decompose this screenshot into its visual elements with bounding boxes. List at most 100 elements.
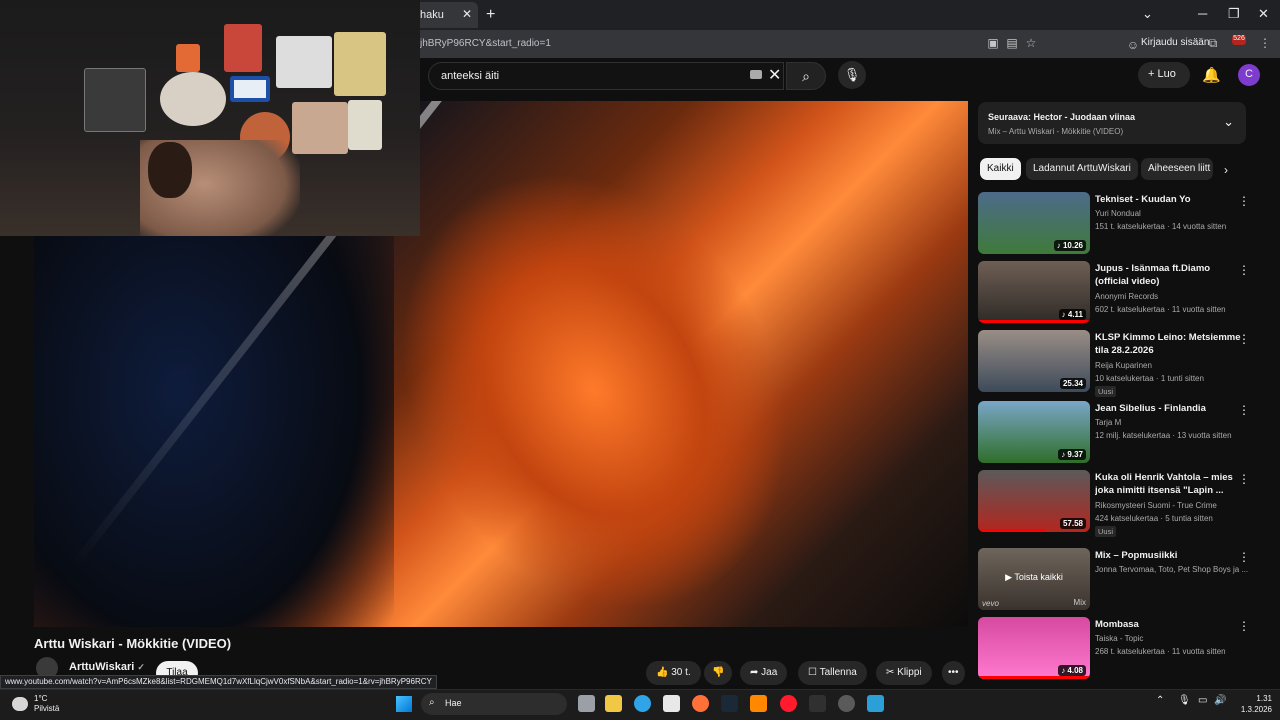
steam-icon[interactable] xyxy=(721,695,738,712)
tab-close-icon[interactable]: ✕ xyxy=(462,7,472,21)
more-options-icon[interactable]: ⋮ xyxy=(1238,403,1250,417)
voice-search-button[interactable]: 🎙 xyxy=(838,61,866,89)
chevron-down-icon[interactable]: ⌄ xyxy=(1223,114,1234,130)
poster-image xyxy=(334,32,386,96)
duration-badge: 57.58 xyxy=(1059,518,1086,529)
menu-icon[interactable]: ⋮ xyxy=(1258,36,1272,50)
cloud-icon[interactable] xyxy=(12,697,28,711)
vlc-icon[interactable] xyxy=(750,695,767,712)
network-icon[interactable]: ▭ xyxy=(1198,695,1207,706)
search-icon: ⌕ xyxy=(429,697,435,708)
recommendation-channel[interactable]: Anonymi Records xyxy=(1095,290,1250,303)
terminal-icon[interactable] xyxy=(809,695,826,712)
recommendation-item[interactable]: ▶ Toista kaikki vevo Mix Mix – Popmusiikki J… xyxy=(978,548,1268,612)
cast-icon[interactable]: ▤ xyxy=(1005,36,1019,50)
video-thumbnail[interactable]: ♪ 10.26 xyxy=(978,192,1090,254)
recommendation-channel[interactable]: Jonna Tervomaa, Toto, Pet Shop Boys ja .… xyxy=(1095,563,1250,576)
edge-icon[interactable] xyxy=(634,695,651,712)
verified-icon: ✓ xyxy=(137,662,145,672)
store-icon[interactable] xyxy=(663,695,680,712)
volume-icon[interactable]: 🔊 xyxy=(1214,695,1226,706)
watch-progress-bar xyxy=(978,529,1046,532)
clear-search-icon[interactable]: ✕ xyxy=(768,65,781,85)
recommendation-title[interactable]: Tekniset - Kuudan Yo xyxy=(1095,193,1245,206)
signin-button[interactable]: Kirjaudu sisään xyxy=(1141,37,1209,48)
file-explorer-icon[interactable] xyxy=(605,695,622,712)
keyboard-icon[interactable] xyxy=(750,70,762,79)
chevron-right-icon[interactable]: › xyxy=(1224,163,1228,177)
recommendation-item[interactable]: ♪ 4.08 Mombasa Taiska - Topic 268 t. katsel… xyxy=(978,617,1268,681)
notepad-icon[interactable] xyxy=(867,695,884,712)
minimize-button[interactable]: ─ xyxy=(1198,6,1207,21)
recommendation-channel[interactable]: Yuri Nondual xyxy=(1095,207,1250,220)
notifications-bell-icon[interactable]: 🔔 xyxy=(1202,66,1221,84)
recommendation-title[interactable]: Jupus - Isänmaa ft.Diamo (official video… xyxy=(1095,262,1245,288)
recommendation-channel[interactable]: Taiska - Topic xyxy=(1095,632,1250,645)
install-app-icon[interactable]: ▣ xyxy=(986,36,1000,50)
account-avatar[interactable]: C xyxy=(1238,64,1260,86)
url-text[interactable]: jhBRyP96RCY&start_radio=1 xyxy=(420,38,551,49)
more-options-icon[interactable]: ⋮ xyxy=(1238,619,1250,633)
tray-mic-icon[interactable]: 🎙 xyxy=(1178,695,1191,706)
channel-name[interactable]: ArttuWiskari ✓ xyxy=(69,661,145,673)
recommendation-title[interactable]: Mix – Popmusiikki xyxy=(1095,549,1245,562)
video-thumbnail[interactable]: ♪ 4.08 xyxy=(978,617,1090,679)
recommendation-channel[interactable]: Tarja M xyxy=(1095,416,1250,429)
more-options-icon[interactable]: ⋮ xyxy=(1238,472,1250,486)
system-clock[interactable]: 1.31 1.3.2026 xyxy=(1232,693,1272,715)
chip-uploaded-by[interactable]: Ladannut ArttuWiskari xyxy=(1026,158,1138,180)
up-next-subtitle: Mix – Arttu Wiskari - Mökkitie (VIDEO) xyxy=(988,127,1124,136)
up-next-panel[interactable]: Seuraava: Hector - Juodaan viinaa Mix – … xyxy=(978,102,1246,144)
obs-icon[interactable] xyxy=(838,695,855,712)
taskbar-search[interactable]: ⌕ Hae xyxy=(421,693,567,715)
recommendation-title[interactable]: Jean Sibelius - Finlandia xyxy=(1095,402,1245,415)
video-thumbnail[interactable]: 25.34 xyxy=(978,330,1090,392)
extension-badge[interactable]: 526 xyxy=(1232,35,1246,45)
recommendation-item[interactable]: 57.58 Kuka oli Henrik Vahtola – mies joka… xyxy=(978,470,1268,537)
recommendation-channel[interactable]: Rikosmysteeri Suomi - True Crime xyxy=(1095,499,1250,512)
weather-widget[interactable]: 1°C Pilvistä xyxy=(34,694,59,714)
up-next-title: Seuraava: Hector - Juodaan viinaa xyxy=(988,112,1136,122)
chip-related[interactable]: Aiheeseen liitt xyxy=(1141,158,1213,180)
bookmark-star-icon[interactable]: ☆ xyxy=(1024,36,1038,50)
recommendation-item[interactable]: ♪ 9.37 Jean Sibelius - Finlandia Tarja M 12… xyxy=(978,401,1268,465)
tray-overflow-icon[interactable]: ⌃ xyxy=(1156,695,1164,706)
recommendation-item[interactable]: 25.34 KLSP Kimmo Leino: Metsiemme tila 28… xyxy=(978,330,1268,397)
video-thumbnail[interactable]: ♪ 9.37 xyxy=(978,401,1090,463)
search-button[interactable]: ⌕ xyxy=(786,62,826,90)
chip-all[interactable]: Kaikki xyxy=(980,158,1021,180)
tab-search-dropdown-icon[interactable]: ⌄ xyxy=(1142,6,1153,22)
video-thumbnail[interactable]: 57.58 xyxy=(978,470,1090,532)
share-button[interactable]: ➦ Jaa xyxy=(740,661,788,685)
recommendation-item[interactable]: ♪ 10.26 Tekniset - Kuudan Yo Yuri Nondual 1… xyxy=(978,192,1268,256)
tab-haku[interactable]: haku ✕ xyxy=(412,2,478,28)
search-input[interactable]: anteeksi äiti xyxy=(428,62,784,90)
link-status-bar: www.youtube.com/watch?v=AmP6csMZke8&list… xyxy=(0,675,437,689)
create-button[interactable]: + Luo xyxy=(1138,62,1190,88)
more-options-icon[interactable]: ⋮ xyxy=(1238,550,1250,564)
close-window-button[interactable]: ✕ xyxy=(1258,6,1269,22)
more-options-icon[interactable]: ⋮ xyxy=(1238,194,1250,208)
recommendation-title[interactable]: Kuka oli Henrik Vahtola – mies joka nimi… xyxy=(1095,471,1245,497)
like-button[interactable]: 👍 30 t. xyxy=(646,661,701,685)
maximize-button[interactable]: ❐ xyxy=(1228,6,1240,22)
new-tab-button[interactable]: + xyxy=(486,6,495,24)
firefox-icon[interactable] xyxy=(692,695,709,712)
extensions-icon[interactable]: ⧉ xyxy=(1206,36,1220,50)
recommendation-channel[interactable]: Reija Kuparinen xyxy=(1095,359,1250,372)
recommendation-title[interactable]: KLSP Kimmo Leino: Metsiemme tila 28.2.20… xyxy=(1095,331,1245,357)
more-options-icon[interactable]: ⋮ xyxy=(1238,332,1250,346)
start-button[interactable] xyxy=(396,696,412,712)
recommendation-item[interactable]: ♪ 4.11 Jupus - Isänmaa ft.Diamo (official… xyxy=(978,261,1268,325)
video-thumbnail[interactable]: ▶ Toista kaikki vevo Mix xyxy=(978,548,1090,610)
recommendation-title[interactable]: Mombasa xyxy=(1095,618,1245,631)
more-actions-button[interactable]: ••• xyxy=(942,661,965,685)
dislike-button[interactable]: 👎 xyxy=(704,661,733,685)
task-view-icon[interactable] xyxy=(578,695,595,712)
poster-image xyxy=(224,24,262,72)
clip-button[interactable]: ✂ Klippi xyxy=(876,661,932,685)
opera-icon[interactable] xyxy=(780,695,797,712)
save-button[interactable]: ☐ Tallenna xyxy=(798,661,867,685)
video-thumbnail[interactable]: ♪ 4.11 xyxy=(978,261,1090,323)
more-options-icon[interactable]: ⋮ xyxy=(1238,263,1250,277)
